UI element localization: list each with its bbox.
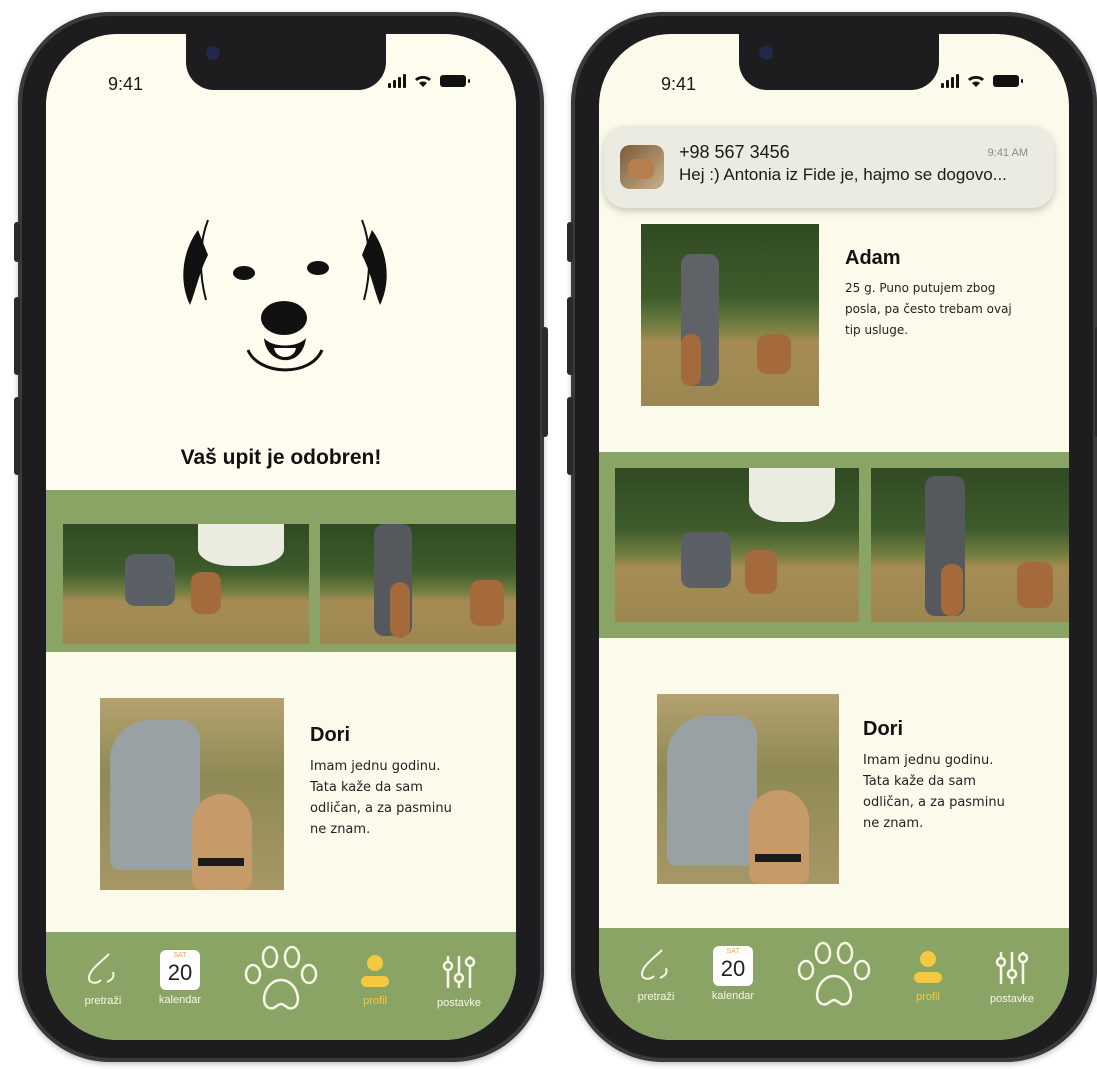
battery-icon	[440, 75, 470, 87]
camera	[759, 46, 773, 60]
photo-man-standing-with-dogs[interactable]	[320, 524, 516, 644]
nose-search-icon	[87, 953, 115, 984]
profile-icon	[914, 951, 942, 983]
message-notification[interactable]: +98 567 3456 9:41 AM Hej :) Antonia iz F…	[604, 126, 1054, 208]
status-icons	[941, 74, 1023, 88]
mute-switch	[14, 222, 20, 262]
sender-avatar	[620, 145, 664, 189]
owner-bio: 25 g. Puno putujem zbog posla, pa često …	[845, 281, 1012, 337]
screen-right: Adam 25 g. Puno putujem zbog posla, pa č…	[599, 34, 1069, 1040]
status-icons	[388, 74, 470, 88]
signal-icon	[941, 74, 959, 88]
bottom-nav: pretraži SAT 20 kalendar profil postavke	[46, 932, 516, 1040]
owner-name: Adam	[845, 247, 901, 269]
status-time: 9:41	[108, 74, 144, 94]
dog-face-illustration	[183, 219, 387, 372]
notification-text: Hej :) Antonia iz Fide je, hajmo se dogo…	[679, 165, 1007, 184]
paw-icon	[244, 945, 318, 1010]
photo-dori-with-owner[interactable]	[657, 694, 839, 884]
nav-item-paw[interactable]	[791, 940, 877, 1013]
photo-dori-with-owner[interactable]	[100, 698, 284, 890]
notification-sender: +98 567 3456	[679, 142, 790, 162]
screen-left: Vaš upit je odobren! Dori Imam jednu god…	[46, 34, 516, 1040]
dog-bio: Imam jednu godinu. Tata kaže da sam odli…	[310, 759, 452, 837]
photo-adam-training-dog[interactable]	[641, 224, 819, 406]
power-button	[542, 327, 548, 437]
wifi-icon	[968, 76, 984, 87]
dog-bio: Imam jednu godinu. Tata kaže da sam odli…	[863, 753, 1005, 831]
photo-band	[599, 452, 1069, 638]
status-time: 9:41	[661, 74, 697, 94]
camera	[206, 46, 220, 60]
approval-message: Vaš upit je odobren!	[180, 446, 382, 469]
profile-icon	[361, 955, 389, 987]
phone-frame-right: Adam 25 g. Puno putujem zbog posla, pa č…	[567, 12, 1097, 1062]
notification-time: 9:41 AM	[987, 147, 1028, 159]
signal-icon	[388, 74, 406, 88]
calendar-icon: SAT 20	[160, 950, 200, 990]
volume-up-button	[14, 297, 20, 375]
photo-man-crouching-with-dog[interactable]	[615, 468, 859, 622]
volume-up-button	[567, 297, 573, 375]
nav-item-pretrazi[interactable]: pretraži	[68, 952, 138, 1007]
notch	[739, 34, 939, 90]
nav-item-paw[interactable]	[238, 944, 324, 1017]
dog-name: Dori	[310, 724, 350, 746]
approval-overlay: Vaš upit je odobren!	[46, 34, 516, 490]
volume-down-button	[567, 397, 573, 475]
sliders-icon	[995, 952, 1029, 984]
dog-name: Dori	[863, 718, 903, 740]
phone-frame-left: Vaš upit je odobren! Dori Imam jednu god…	[14, 12, 548, 1062]
nav-item-kalendar[interactable]: SAT 20 kalendar	[145, 950, 215, 1006]
sliders-icon	[442, 956, 476, 988]
bottom-nav: pretraži SAT 20 kalendar profil postavke	[599, 928, 1069, 1040]
nav-item-postavke[interactable]: postavke	[977, 950, 1047, 1005]
nav-item-pretrazi[interactable]: pretraži	[621, 948, 691, 1003]
notch	[186, 34, 386, 90]
wifi-icon	[415, 76, 431, 87]
photo-man-crouching-with-dog[interactable]	[63, 524, 309, 644]
nav-item-profil[interactable]: profil	[893, 950, 963, 1003]
paw-icon	[797, 941, 871, 1006]
nav-item-postavke[interactable]: postavke	[424, 954, 494, 1009]
nav-item-kalendar[interactable]: SAT 20 kalendar	[698, 946, 768, 1002]
calendar-icon: SAT 20	[713, 946, 753, 986]
nose-search-icon	[640, 949, 668, 980]
photo-man-standing-with-dogs[interactable]	[871, 468, 1069, 622]
nav-item-profil[interactable]: profil	[340, 954, 410, 1007]
photo-band	[46, 474, 516, 652]
battery-icon	[993, 75, 1023, 87]
mute-switch	[567, 222, 573, 262]
volume-down-button	[14, 397, 20, 475]
